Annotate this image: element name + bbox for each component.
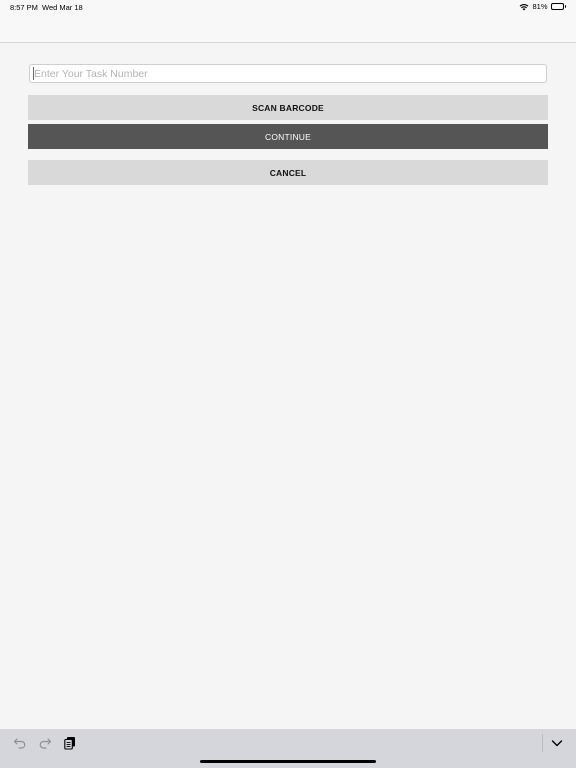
text-caret bbox=[33, 67, 34, 80]
battery-percentage: 81% bbox=[532, 2, 548, 11]
status-time: 8:57 PM bbox=[10, 3, 38, 12]
paste-icon[interactable] bbox=[63, 736, 77, 750]
scan-barcode-button[interactable]: SCAN BARCODE bbox=[28, 95, 548, 120]
undo-icon[interactable] bbox=[13, 736, 27, 750]
continue-button[interactable]: CONTINUE bbox=[28, 124, 548, 149]
status-right: 81% bbox=[519, 2, 566, 11]
toolbar-divider bbox=[542, 734, 543, 752]
status-bar: 8:57 PM Wed Mar 18 81% bbox=[0, 0, 576, 14]
battery-icon bbox=[550, 3, 566, 10]
wifi-icon bbox=[519, 3, 529, 11]
dismiss-keyboard-icon[interactable] bbox=[550, 736, 564, 750]
cancel-button[interactable]: CANCEL bbox=[28, 160, 548, 185]
task-number-input[interactable] bbox=[29, 64, 547, 83]
redo-icon[interactable] bbox=[38, 736, 52, 750]
screen: 8:57 PM Wed Mar 18 81% SCAN BARCODE CONT… bbox=[0, 0, 576, 768]
status-date: Wed Mar 18 bbox=[42, 3, 83, 12]
home-indicator bbox=[200, 760, 376, 763]
